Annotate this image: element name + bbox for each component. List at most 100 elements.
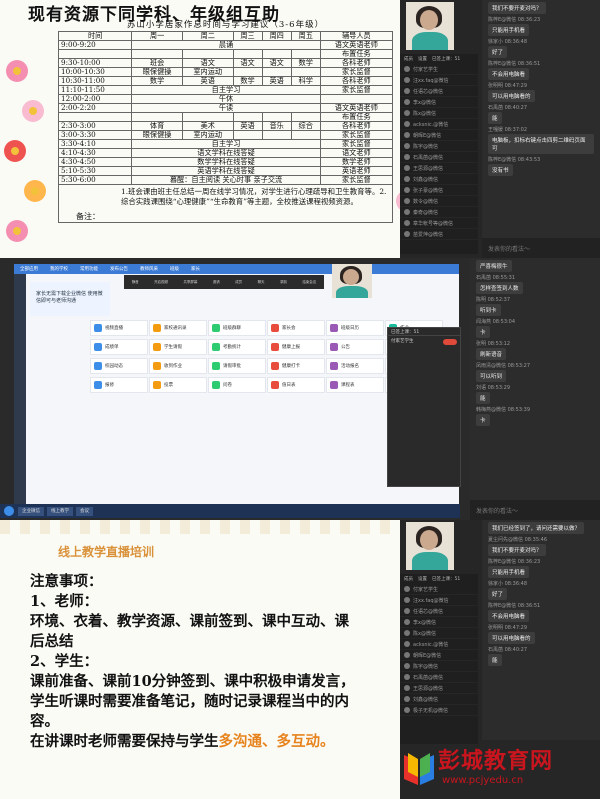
topbar-tab[interactable]: 家长 [191,266,200,272]
member-row[interactable]: 任语芯@微信 [400,86,478,97]
meeting-control-button[interactable]: 共享屏幕 [183,280,197,285]
member-row[interactable]: 李x@微信 [400,97,478,108]
app-tile[interactable]: 学生请假 [149,339,207,355]
start-button-icon[interactable] [4,506,14,516]
app-left-nav[interactable] [14,274,26,508]
member-row[interactable]: 任语芯@微信 [400,606,478,617]
member-row[interactable]: 秦奇@微信 [400,207,478,218]
member-row[interactable]: 李x@微信 [400,617,478,628]
message-text: 我们不要开麦对吗？ [488,544,546,556]
member-row[interactable]: 王思源@微信 [400,683,478,694]
schedule-cell: 5:30-6:00 [57,175,133,185]
app-tile[interactable]: 请假审批 [208,358,266,374]
app-tile-icon [212,324,220,332]
member-row[interactable]: 刘鑫@微信 [400,694,478,705]
app-tile[interactable]: 课程表 [326,377,384,393]
message-sender: 陈明 08:52:37 [476,297,511,303]
topbar-tab[interactable]: 教师风采 [140,266,158,272]
tab-signed-count[interactable]: 已签上课：51 [432,56,460,62]
member-row[interactable]: 陈宇@微信 [400,141,478,152]
chat-input[interactable]: 发表你的看法～ [482,238,600,258]
app-tile-label: 值日表 [282,383,296,388]
app-tile[interactable]: 校园动态 [90,358,148,374]
app-tile[interactable]: 考勤统计 [208,339,266,355]
schedule-cell: 数学学科在线答疑 [131,157,321,167]
app-tile-icon [94,324,102,332]
member-row[interactable]: 数令@微信 [400,196,478,207]
member-row[interactable]: 付家艺学生 [400,64,478,75]
member-name: 汪xx.faq@微信 [413,77,449,84]
app-tile[interactable]: 值日表 [267,377,325,393]
member-row[interactable]: 汪xx.faq@微信 [400,595,478,606]
app-tile[interactable]: 家校通讯录 [149,320,207,336]
member-row[interactable]: 王思源@微信 [400,163,478,174]
meeting-control-button[interactable]: 开启视频 [154,280,168,285]
chat-input-2[interactable]: 发表你的看法～ [470,500,600,520]
topbar-tab[interactable]: 发布公告 [110,266,128,272]
member-row[interactable]: 章华帐号等@微信 [400,218,478,229]
member-row[interactable]: 张子豪@微信 [400,185,478,196]
message-sender: 刘语 08:53:29 [476,385,511,391]
app-tile[interactable]: 健康打卡 [267,358,325,374]
taskbar-item[interactable]: 企业微信 [18,506,44,516]
tab-settings[interactable]: 设置 [418,56,427,62]
member-row[interactable]: 汪xx.faq@微信 [400,75,478,86]
topbar-tab[interactable]: 我的学校 [50,266,68,272]
member-row[interactable]: 朝晖E@微信 [400,650,478,661]
schedule-cell: 语文英语老师 [319,103,394,113]
meeting-control-button[interactable]: 聊天 [258,280,265,285]
meeting-control-button[interactable]: 成员 [235,280,242,285]
app-tile[interactable]: 活动报名 [326,358,384,374]
tab-members[interactable]: 成员 [404,576,413,582]
member-row[interactable]: 朝晖E@微信 [400,130,478,141]
flower-decoration [6,60,28,82]
member-row[interactable]: acksnic.@微信 [400,639,478,650]
schedule-row: 5:10-5:30 英语学科在线答疑 英语老师 [57,166,394,176]
app-tile[interactable]: 问卷 [208,377,266,393]
app-tile[interactable]: 成绩单 [90,339,148,355]
teacher-video-3[interactable] [406,522,454,570]
app-tile[interactable]: 公告 [326,339,384,355]
message-text: 能 [488,654,502,666]
meeting-control-button[interactable]: 录制 [280,280,287,285]
app-tile[interactable]: 视频直播 [90,320,148,336]
teacher-video-small[interactable] [332,264,372,298]
member-row[interactable]: 石禹菡@微信 [400,152,478,163]
message-text: 我们不要开麦对吗？ [488,2,546,14]
member-row[interactable]: 刘鑫@微信 [400,174,478,185]
meeting-control-button[interactable]: 结束会议 [302,280,316,285]
member-row[interactable]: 石禹菡@微信 [400,672,478,683]
schedule-cell [181,112,234,122]
tab-settings[interactable]: 设置 [418,576,427,582]
schedule-cell [261,130,292,140]
meeting-control-button[interactable]: 静音 [132,280,139,285]
member-row[interactable]: acksnic.@微信 [400,119,478,130]
topbar-tab[interactable]: 常用功能 [80,266,98,272]
meeting-sidebar: 成员 设置 已签上课：51 付家艺学生汪xx.faq@微信任语芯@微信 李x@微信… [400,0,600,258]
app-tile[interactable]: 收到作业 [149,358,207,374]
member-row[interactable]: 极子无机@微信 [400,705,478,716]
app-tile[interactable]: 班级群聊 [208,320,266,336]
app-tile[interactable]: 家长会 [267,320,325,336]
tab-signed-count[interactable]: 已签上课：51 [432,576,460,582]
taskbar-item[interactable]: 会议 [76,506,93,516]
member-row[interactable]: 陈宇@微信 [400,661,478,672]
app-tile[interactable]: 投票 [149,377,207,393]
schedule-row: 2:30-3:00 体育 美术 英语 音乐 综合 各科老师 [57,121,394,131]
teacher-video[interactable] [406,2,454,50]
topbar-tab[interactable]: 全部应用 [20,266,38,272]
taskbar-item[interactable]: 线上教学 [47,506,73,516]
meeting-control-button[interactable]: 邀请 [213,280,220,285]
app-tile[interactable]: 健康上报 [267,339,325,355]
message-sender: 陈梓E@微信 08:36:51 [488,61,541,67]
topbar-tab[interactable]: 班级 [170,266,179,272]
app-tile[interactable]: 报修 [90,377,148,393]
member-row[interactable]: 苗爱萍@微信 [400,229,478,240]
member-row[interactable]: 陈x@微信 [400,628,478,639]
avatar [404,231,410,237]
tab-members[interactable]: 成员 [404,56,413,62]
app-tile[interactable]: 班级日历 [326,320,384,336]
member-row[interactable]: 陈x@微信 [400,108,478,119]
remove-button[interactable] [443,339,457,345]
member-row[interactable]: 付家艺学生 [400,584,478,595]
